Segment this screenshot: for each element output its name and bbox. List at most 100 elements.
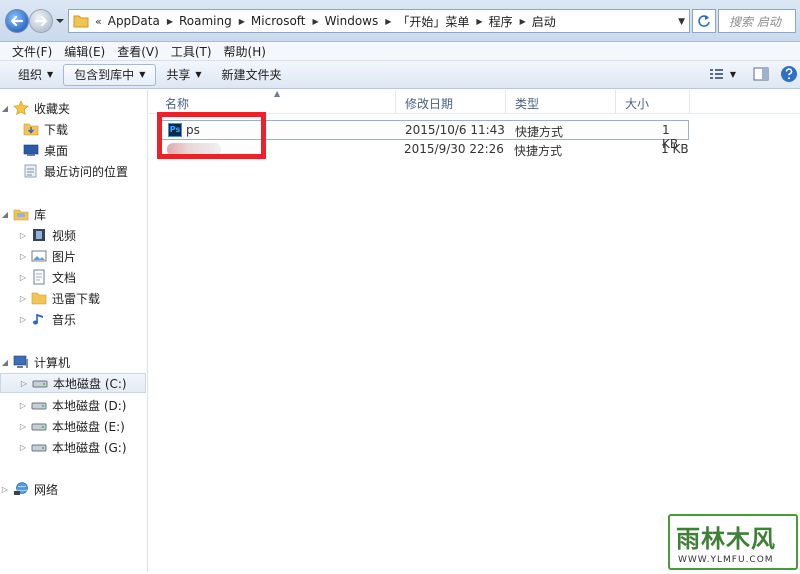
breadcrumb-start-menu[interactable]: 「开始」菜单 ▶: [397, 13, 488, 30]
breadcrumb-label: Microsoft: [250, 14, 306, 28]
nav-item-drive-e[interactable]: ▷ 本地磁盘 (E:): [0, 416, 146, 436]
breadcrumb-label: 「开始」菜单: [397, 14, 470, 29]
collapsed-arrow-icon[interactable]: ▷: [19, 379, 29, 388]
column-header-type[interactable]: 类型: [515, 95, 539, 112]
file-size: 1 KB: [661, 142, 689, 156]
view-list-icon: [709, 69, 723, 79]
nav-label: 最近访问的位置: [44, 164, 129, 179]
breadcrumb-programs[interactable]: 程序 ▶: [489, 13, 532, 30]
collapsed-arrow-icon[interactable]: ▷: [18, 443, 28, 452]
view-controls: ▼: [700, 64, 800, 84]
star-icon: [13, 100, 29, 116]
breadcrumb-roaming[interactable]: Roaming ▶: [179, 14, 251, 28]
breadcrumb-arrow-icon[interactable]: ▶: [476, 17, 482, 26]
column-header-modified[interactable]: 修改日期: [405, 95, 453, 112]
nav-item-desktop[interactable]: 桌面: [0, 140, 146, 160]
nav-item-drive-c[interactable]: ▷ 本地磁盘 (C:): [0, 373, 146, 393]
nav-item-pictures[interactable]: ▷ 图片: [0, 246, 146, 266]
menu-tools[interactable]: 工具(T): [165, 43, 218, 60]
help-button[interactable]: [778, 64, 800, 84]
recent-pages-chevron-icon[interactable]: [55, 16, 65, 26]
breadcrumb-appdata[interactable]: AppData ▶: [108, 14, 179, 28]
breadcrumb-arrow-icon[interactable]: ▶: [313, 17, 319, 26]
organize-button[interactable]: 组织 ▼: [8, 64, 63, 86]
nav-item-drive-g[interactable]: ▷ 本地磁盘 (G:): [0, 437, 146, 457]
nav-computer[interactable]: ◢ 计算机: [0, 352, 146, 372]
nav-libraries[interactable]: ◢ 库: [0, 204, 146, 224]
preview-pane-button[interactable]: [750, 64, 772, 84]
sort-ascending-icon: ▲: [274, 89, 281, 98]
nav-item-downloads[interactable]: 下载: [0, 119, 146, 139]
column-divider[interactable]: [505, 90, 506, 114]
forward-button[interactable]: [29, 9, 53, 33]
column-divider[interactable]: [689, 90, 690, 114]
breadcrumb-overflow[interactable]: «: [95, 15, 102, 28]
collapsed-arrow-icon[interactable]: ▷: [18, 231, 28, 240]
search-placeholder: 搜索 启动: [729, 14, 781, 29]
hard-drive-icon: [31, 439, 47, 455]
nav-item-videos[interactable]: ▷ 视频: [0, 225, 146, 245]
preview-pane-icon: [753, 67, 769, 81]
nav-label: 迅雷下载: [52, 291, 101, 306]
breadcrumb-startup[interactable]: 启动: [532, 13, 556, 30]
expanded-arrow-icon[interactable]: ◢: [0, 358, 10, 367]
address-history-chevron-icon[interactable]: ▼: [678, 17, 685, 27]
hard-drive-icon: [31, 397, 47, 413]
menu-bar: 文件(F) 编辑(E) 查看(V) 工具(T) 帮助(H): [0, 42, 800, 61]
menu-edit[interactable]: 编辑(E): [58, 43, 111, 60]
nav-label: 下载: [44, 122, 69, 137]
breadcrumb-label: 程序: [488, 14, 513, 29]
collapsed-arrow-icon[interactable]: ▷: [18, 294, 28, 303]
nav-label: 桌面: [44, 143, 69, 158]
view-chevron-down-icon[interactable]: ▼: [730, 70, 736, 79]
breadcrumb-windows[interactable]: Windows ▶: [325, 14, 398, 28]
collapsed-arrow-icon[interactable]: ▷: [18, 315, 28, 324]
watermark-logo: 雨林木风 WWW.YLMFU.COM: [668, 514, 798, 570]
menu-view[interactable]: 查看(V): [111, 43, 165, 60]
nav-network[interactable]: ▷ 网络: [0, 479, 146, 499]
column-divider[interactable]: [615, 90, 616, 114]
new-folder-button[interactable]: 新建文件夹: [212, 64, 292, 86]
nav-label: 收藏夹: [34, 101, 71, 116]
refresh-button[interactable]: [692, 9, 716, 33]
back-button[interactable]: [5, 9, 29, 33]
collapsed-arrow-icon[interactable]: ▷: [18, 252, 28, 261]
new-folder-label: 新建文件夹: [221, 68, 282, 82]
breadcrumb-arrow-icon[interactable]: ▶: [520, 17, 526, 26]
folder-icon: [31, 290, 47, 306]
nav-item-thunder-downloads[interactable]: ▷ 迅雷下载: [0, 288, 146, 308]
nav-label: 计算机: [34, 355, 71, 370]
share-button[interactable]: 共享 ▼: [156, 64, 211, 86]
nav-item-drive-d[interactable]: ▷ 本地磁盘 (D:): [0, 395, 146, 415]
nav-item-music[interactable]: ▷ 音乐: [0, 309, 146, 329]
search-input[interactable]: 搜索 启动: [718, 9, 796, 33]
nav-favorites[interactable]: ◢ 收藏夹: [0, 98, 146, 118]
desktop-icon: [23, 142, 39, 158]
refresh-icon: [698, 15, 710, 27]
include-in-library-label: 包含到库中: [74, 68, 135, 82]
breadcrumb-arrow-icon[interactable]: ▶: [385, 17, 391, 26]
collapsed-arrow-icon[interactable]: ▷: [18, 422, 28, 431]
change-view-button[interactable]: [706, 64, 728, 84]
nav-label: 音乐: [52, 312, 77, 327]
column-header-size[interactable]: 大小: [625, 95, 649, 112]
nav-item-recent-places[interactable]: 最近访问的位置: [0, 161, 146, 181]
menu-help[interactable]: 帮助(H): [218, 43, 272, 60]
file-modified: 2015/9/30 22:26: [404, 142, 504, 156]
collapsed-arrow-icon[interactable]: ▷: [18, 273, 28, 282]
breadcrumb-microsoft[interactable]: Microsoft ▶: [251, 14, 325, 28]
file-modified: 2015/10/6 11:43: [405, 123, 505, 137]
breadcrumb[interactable]: « AppData ▶ Roaming ▶ Microsoft ▶ Windows ▶ …: [68, 9, 690, 33]
collapsed-arrow-icon[interactable]: ▷: [0, 485, 10, 494]
nav-item-documents[interactable]: ▷ 文档: [0, 267, 146, 287]
column-divider[interactable]: [395, 90, 396, 114]
breadcrumb-arrow-icon[interactable]: ▶: [239, 17, 245, 26]
menu-file[interactable]: 文件(F): [6, 43, 58, 60]
expanded-arrow-icon[interactable]: ◢: [0, 210, 10, 219]
expanded-arrow-icon[interactable]: ◢: [0, 104, 10, 113]
include-in-library-button[interactable]: 包含到库中 ▼: [63, 63, 157, 86]
column-header-name[interactable]: 名称: [165, 95, 189, 112]
breadcrumb-label: 启动: [531, 14, 556, 29]
breadcrumb-arrow-icon[interactable]: ▶: [167, 17, 173, 26]
collapsed-arrow-icon[interactable]: ▷: [18, 401, 28, 410]
